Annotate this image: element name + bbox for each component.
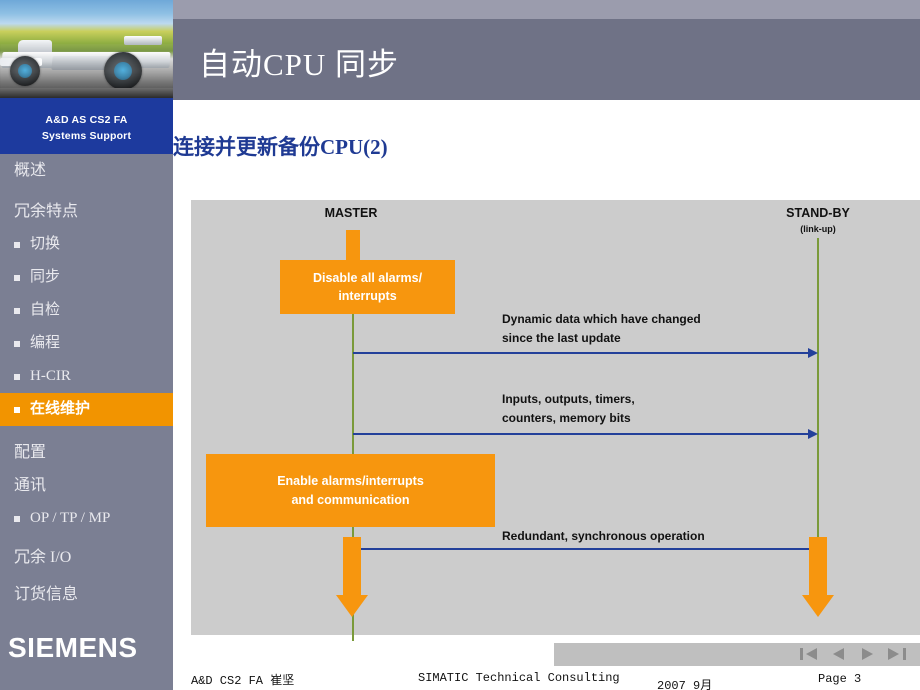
sidebar-item-label: 通讯 bbox=[14, 476, 47, 494]
standby-final-arrow-shaft bbox=[809, 537, 827, 597]
bullet-icon bbox=[14, 373, 20, 380]
enable-alarms-line-2: and communication bbox=[291, 492, 410, 507]
sidebar-group-spacer bbox=[0, 187, 173, 195]
enable-alarms-box: Enable alarms/interrupts and communicati… bbox=[206, 454, 495, 527]
standby-lifeline bbox=[817, 238, 819, 543]
disable-alarms-line-2: interrupts bbox=[338, 289, 397, 303]
first-slide-button[interactable] bbox=[800, 645, 820, 663]
sidebar-item-2[interactable]: 切换 bbox=[0, 228, 173, 261]
sidebar-item-9[interactable]: 通讯 bbox=[0, 469, 173, 502]
sidebar-item-11[interactable]: 冗余 I/O bbox=[0, 541, 173, 574]
sidebar-item-12[interactable]: 订货信息 bbox=[0, 578, 173, 611]
bullet-icon bbox=[14, 241, 20, 248]
header-top-strip bbox=[173, 0, 920, 19]
siemens-logo: SIEMENS bbox=[8, 632, 138, 663]
previous-slide-triangle-icon bbox=[833, 648, 844, 660]
bullet-icon bbox=[14, 515, 20, 522]
last-slide-triangle-icon bbox=[888, 648, 899, 660]
sidebar-item-7[interactable]: 在线维护 bbox=[0, 393, 173, 426]
standby-final-arrow-head bbox=[802, 595, 834, 617]
message-2-line-2: counters, memory bits bbox=[502, 411, 631, 426]
master-column-label: MASTER bbox=[324, 206, 378, 220]
bullet-icon bbox=[14, 307, 20, 314]
standby-column-sublabel: (link-up) bbox=[800, 224, 836, 234]
sidebar-item-3[interactable]: 同步 bbox=[0, 261, 173, 294]
bullet-icon bbox=[14, 406, 20, 413]
message-3-text: Redundant, synchronous operation bbox=[502, 527, 705, 546]
sidebar-nav-list: 概述冗余特点切换同步自检编程 H-CIR 在线维护配置通讯 OP / TP / MP 冗… bbox=[0, 154, 173, 611]
title-band: 自动CPU 同步 bbox=[173, 19, 920, 100]
sidebar-item-label: 冗余 I/O bbox=[14, 548, 72, 566]
disable-alarms-box: Disable all alarms/ interrupts bbox=[280, 260, 455, 314]
sidebar-item-label: 在线维护 bbox=[30, 401, 91, 417]
sequence-diagram: MASTER STAND-BY (link-up) Disable all al… bbox=[191, 200, 920, 641]
sidebar-item-label: 订货信息 bbox=[14, 585, 79, 603]
sidebar-item-8[interactable]: 配置 bbox=[0, 436, 173, 469]
sidebar-item-label: 冗余特点 bbox=[14, 202, 79, 220]
sidebar-item-label: 编程 bbox=[30, 335, 61, 351]
message-1-line-1: Dynamic data which have changed bbox=[502, 312, 701, 326]
sidebar-item-label: 同步 bbox=[30, 269, 61, 285]
message-1-arrow-head bbox=[808, 348, 818, 358]
sidebar-item-10[interactable]: OP / TP / MP bbox=[0, 502, 173, 535]
standby-column-label: STAND-BY bbox=[786, 206, 850, 220]
message-1-arrow-line bbox=[353, 352, 811, 354]
message-2-text: Inputs, outputs, timers, counters, memor… bbox=[502, 390, 635, 428]
footer-page-number: Page 3 bbox=[818, 672, 862, 686]
previous-slide-button[interactable] bbox=[829, 645, 849, 663]
department-banner: A&D AS CS2 FA Systems Support bbox=[0, 98, 173, 154]
sidebar-item-label: H-CIR bbox=[30, 368, 71, 384]
motion-blur-overlay bbox=[0, 44, 173, 98]
sidebar-item-label: 概述 bbox=[14, 161, 47, 179]
sidebar-item-label: 配置 bbox=[14, 443, 47, 461]
footer-date: 2007 9月 bbox=[657, 679, 713, 690]
slide-navigation bbox=[800, 645, 907, 663]
sidebar-group-spacer bbox=[0, 426, 173, 436]
master-final-arrow-shaft bbox=[343, 537, 361, 597]
sidebar-item-5[interactable]: 编程 bbox=[0, 327, 173, 360]
last-slide-bar-icon bbox=[903, 648, 906, 660]
message-3-line-1: Redundant, synchronous operation bbox=[502, 529, 705, 543]
bullet-icon bbox=[14, 340, 20, 347]
department-line-1: A&D AS CS2 FA bbox=[45, 114, 128, 126]
next-slide-triangle-icon bbox=[862, 648, 873, 660]
message-1-text: Dynamic data which have changed since th… bbox=[502, 310, 701, 348]
page-title: 自动CPU 同步 bbox=[199, 47, 400, 82]
sidebar-item-label: OP / TP / MP bbox=[30, 510, 111, 526]
racing-car-photo bbox=[0, 0, 173, 98]
footer-center-text: SIMATIC Technical Consulting bbox=[418, 671, 620, 685]
message-2-arrow-head bbox=[808, 429, 818, 439]
bullet-icon bbox=[14, 274, 20, 281]
disable-alarms-line-1: Disable all alarms/ bbox=[312, 270, 423, 285]
sidebar-item-6[interactable]: H-CIR bbox=[0, 360, 173, 393]
next-slide-button[interactable] bbox=[858, 645, 878, 663]
footer-author: A&D CS2 FA 崔坚 bbox=[191, 674, 295, 688]
sidebar-item-label: 自检 bbox=[30, 302, 61, 318]
sidebar: A&D AS CS2 FA Systems Support 概述冗余特点切换同步… bbox=[0, 0, 173, 690]
sidebar-item-4[interactable]: 自检 bbox=[0, 294, 173, 327]
first-slide-triangle-icon bbox=[806, 648, 817, 660]
slide-canvas: A&D AS CS2 FA Systems Support 概述冗余特点切换同步… bbox=[0, 0, 920, 690]
message-3-line bbox=[353, 548, 813, 550]
page-subtitle: 连接并更新备份CPU(2) bbox=[173, 135, 388, 159]
sidebar-item-0[interactable]: 概述 bbox=[0, 154, 173, 187]
message-2-line-1: Inputs, outputs, timers, bbox=[502, 392, 635, 406]
master-final-arrow-head bbox=[336, 595, 368, 617]
sidebar-item-label: 切换 bbox=[30, 236, 61, 252]
message-1-line-2: since the last update bbox=[502, 331, 621, 346]
message-2-arrow-line bbox=[353, 433, 811, 435]
master-activation-stub bbox=[346, 230, 360, 260]
enable-alarms-line-1: Enable alarms/interrupts bbox=[277, 474, 424, 489]
department-line-2: Systems Support bbox=[41, 130, 132, 143]
first-slide-bar-icon bbox=[800, 648, 803, 660]
sidebar-item-1[interactable]: 冗余特点 bbox=[0, 195, 173, 228]
last-slide-button[interactable] bbox=[887, 645, 907, 663]
